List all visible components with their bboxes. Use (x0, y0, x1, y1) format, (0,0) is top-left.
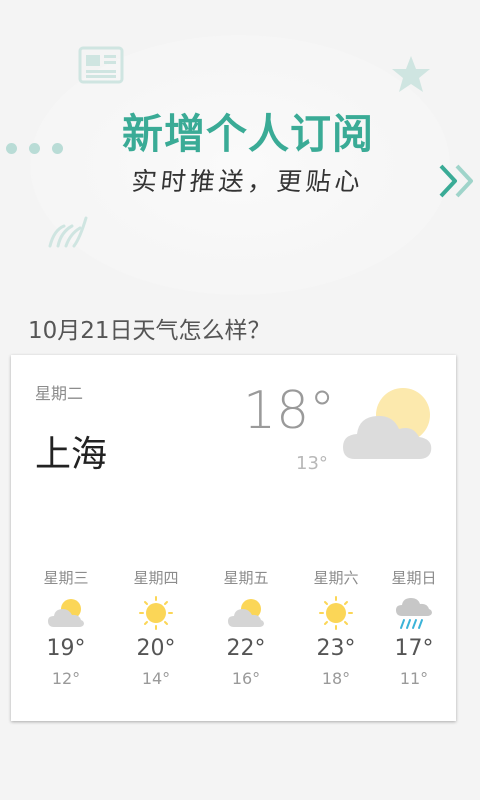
forecast-day: 星期五 (223, 569, 269, 587)
forecast-low: 11° (399, 669, 429, 688)
forecast-item: 星期日 17° 11° (381, 568, 447, 689)
today-weekday: 星期二 (35, 384, 84, 403)
forecast-day: 星期四 (133, 569, 179, 587)
sunny-icon (139, 596, 173, 630)
today-high-temp: 18° (243, 381, 336, 441)
partly-cloudy-icon (228, 599, 264, 627)
forecast-day: 星期三 (43, 569, 89, 587)
forecast-item: 星期四 20° 14° (111, 568, 201, 689)
city-name: 上海 (35, 434, 108, 475)
subscription-banner[interactable]: 新增个人订阅 实时推送，更贴心 (0, 0, 480, 295)
rain-icon (396, 598, 432, 629)
weather-question: 10月21日天气怎么样？ (28, 318, 271, 344)
banner-subtitle: 实时推送，更贴心 (130, 167, 366, 196)
forecast-item: 星期三 19° 12° (21, 568, 111, 689)
forecast-item: 星期五 22° 16° (201, 568, 291, 689)
weather-subscription-screen: 新增个人订阅 实时推送，更贴心 10月21日天气怎么样？ 星期二 上海 18° … (0, 0, 480, 800)
forecast-high: 22° (226, 636, 266, 661)
forecast-low: 12° (51, 669, 81, 688)
forecast-item: 星期六 23° 18° (291, 568, 381, 689)
partly-cloudy-icon (48, 599, 84, 627)
banner-title: 新增个人订阅 (122, 110, 374, 158)
double-chevron-right-icon[interactable] (437, 162, 477, 200)
partly-cloudy-icon (343, 388, 432, 459)
forecast-high: 17° (394, 636, 434, 661)
forecast-day: 星期日 (391, 569, 437, 587)
forecast-list: 星期三 19° 12° 星期四 20° 14° 星期五 22° 16° 星期六 … (11, 568, 456, 698)
today-low-temp: 13° (296, 453, 328, 474)
wave-icon (48, 216, 88, 248)
forecast-low: 16° (231, 669, 261, 688)
weather-card[interactable]: 星期二 上海 18° 13° 星期三 19° 12° 星期四 20° 14° 星… (11, 355, 456, 721)
newspaper-icon (78, 46, 124, 84)
forecast-day: 星期六 (313, 569, 359, 587)
forecast-high: 19° (46, 636, 86, 661)
star-icon (392, 56, 430, 92)
forecast-low: 14° (141, 669, 171, 688)
forecast-low: 18° (321, 669, 351, 688)
forecast-high: 23° (316, 636, 356, 661)
forecast-high: 20° (136, 636, 176, 661)
sunny-icon (319, 596, 353, 630)
